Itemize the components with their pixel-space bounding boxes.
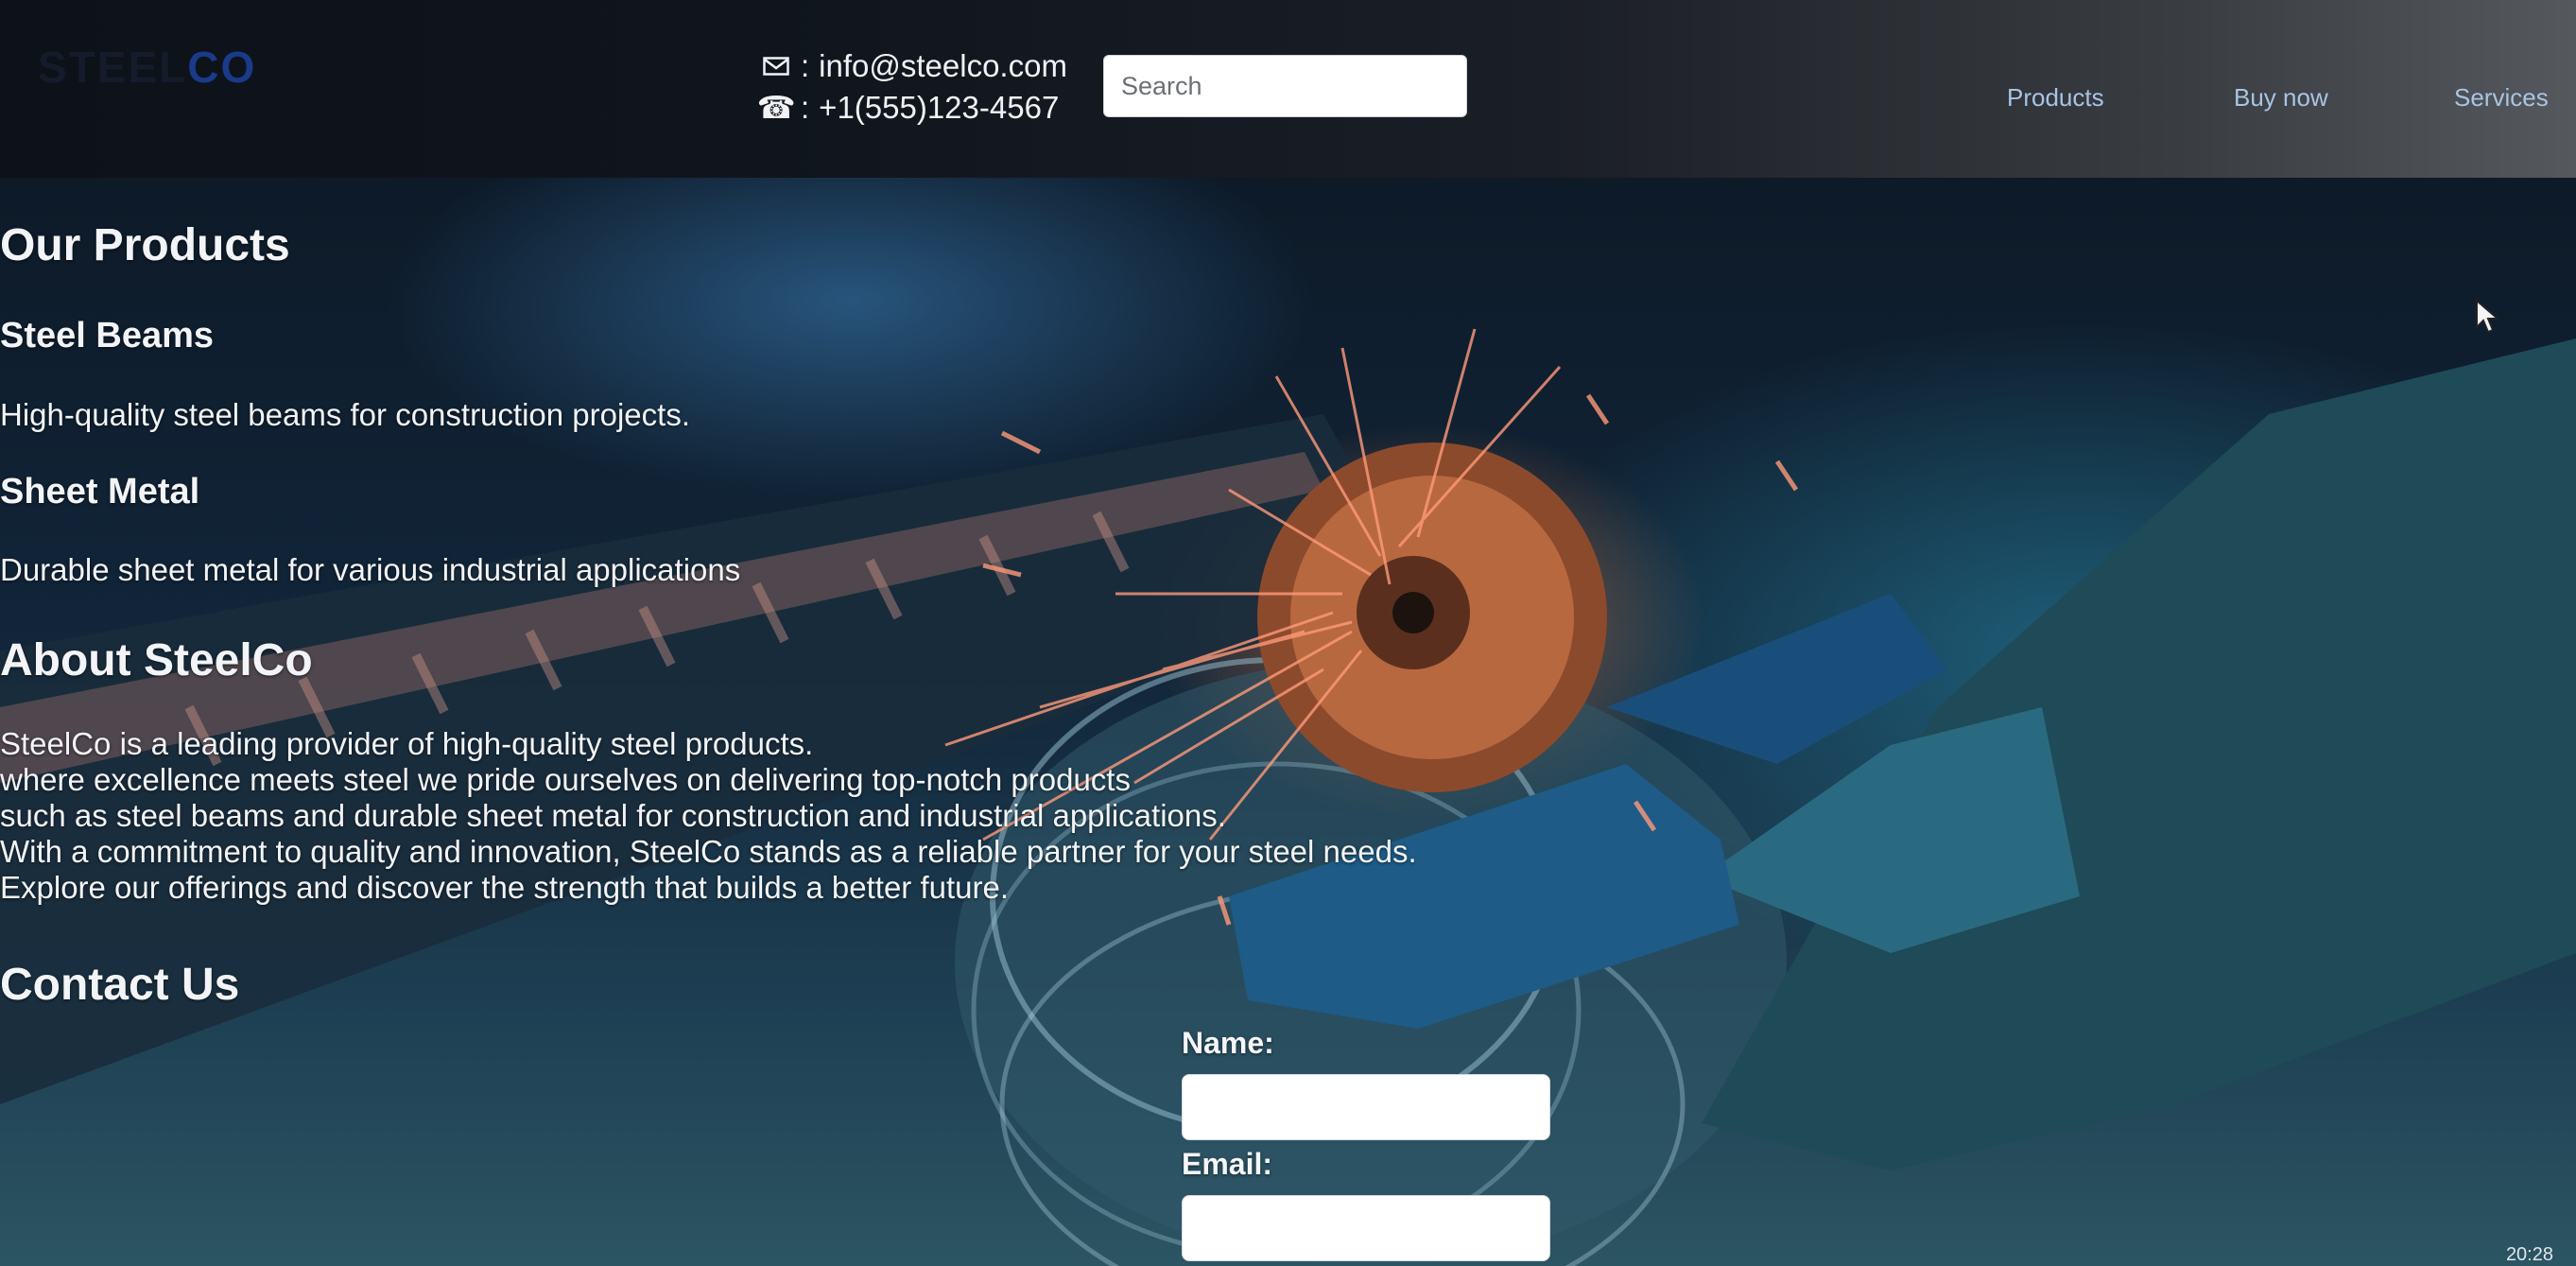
nav-link-products[interactable]: Products <box>2007 83 2104 113</box>
email-label: Email: <box>1182 1147 1273 1181</box>
email-line: : info@steelco.com <box>761 45 1067 87</box>
search-input[interactable] <box>1103 55 1467 117</box>
contact-info: : info@steelco.com ☎ : +1(555)123-4567 <box>756 45 1067 129</box>
product-title-steel-beams: Steel Beams <box>0 316 215 356</box>
logo-text-steel: STEEL <box>38 43 188 92</box>
phone-number[interactable]: +1(555)123-4567 <box>819 87 1059 129</box>
email-address[interactable]: info@steelco.com <box>819 45 1067 87</box>
contact-heading: Contact Us <box>0 960 240 1010</box>
about-line-4: With a commitment to quality and innovat… <box>0 834 1417 869</box>
taskbar-clock: 20:28 <box>2505 1244 2553 1265</box>
phone-icon: ☎ <box>756 90 796 125</box>
about-heading: About SteelCo <box>0 635 313 685</box>
phone-prefix: : <box>801 90 810 125</box>
about-line-2: where excellence meets steel we pride ou… <box>0 762 1131 797</box>
nav-link-services[interactable]: Services <box>2454 83 2549 113</box>
envelope-icon <box>761 57 791 76</box>
name-label: Name: <box>1182 1026 1274 1060</box>
about-line-1: SteelCo is a leading provider of high-qu… <box>0 726 814 761</box>
email-prefix: : <box>801 48 810 83</box>
about-line-3: such as steel beams and durable sheet me… <box>0 798 1226 833</box>
name-field[interactable] <box>1182 1074 1550 1140</box>
steelco-logo[interactable]: STEELCO <box>38 42 256 93</box>
email-field[interactable] <box>1182 1195 1550 1261</box>
products-heading: Our Products <box>0 220 290 270</box>
product-title-sheet-metal: Sheet Metal <box>0 472 200 512</box>
about-line-5: Explore our offerings and discover the s… <box>0 870 1010 905</box>
nav-link-buy-now[interactable]: Buy now <box>2234 83 2328 113</box>
site-header: STEELCO : info@steelco.com ☎ : +1(555)12… <box>0 0 2576 178</box>
logo-text-co: CO <box>187 43 257 92</box>
mouse-cursor-icon <box>2475 298 2500 339</box>
phone-line: ☎ : +1(555)123-4567 <box>756 87 1067 129</box>
product-description-sheet-metal: Durable sheet metal for various industri… <box>0 552 741 587</box>
product-description-steel-beams: High-quality steel beams for constructio… <box>0 397 690 432</box>
